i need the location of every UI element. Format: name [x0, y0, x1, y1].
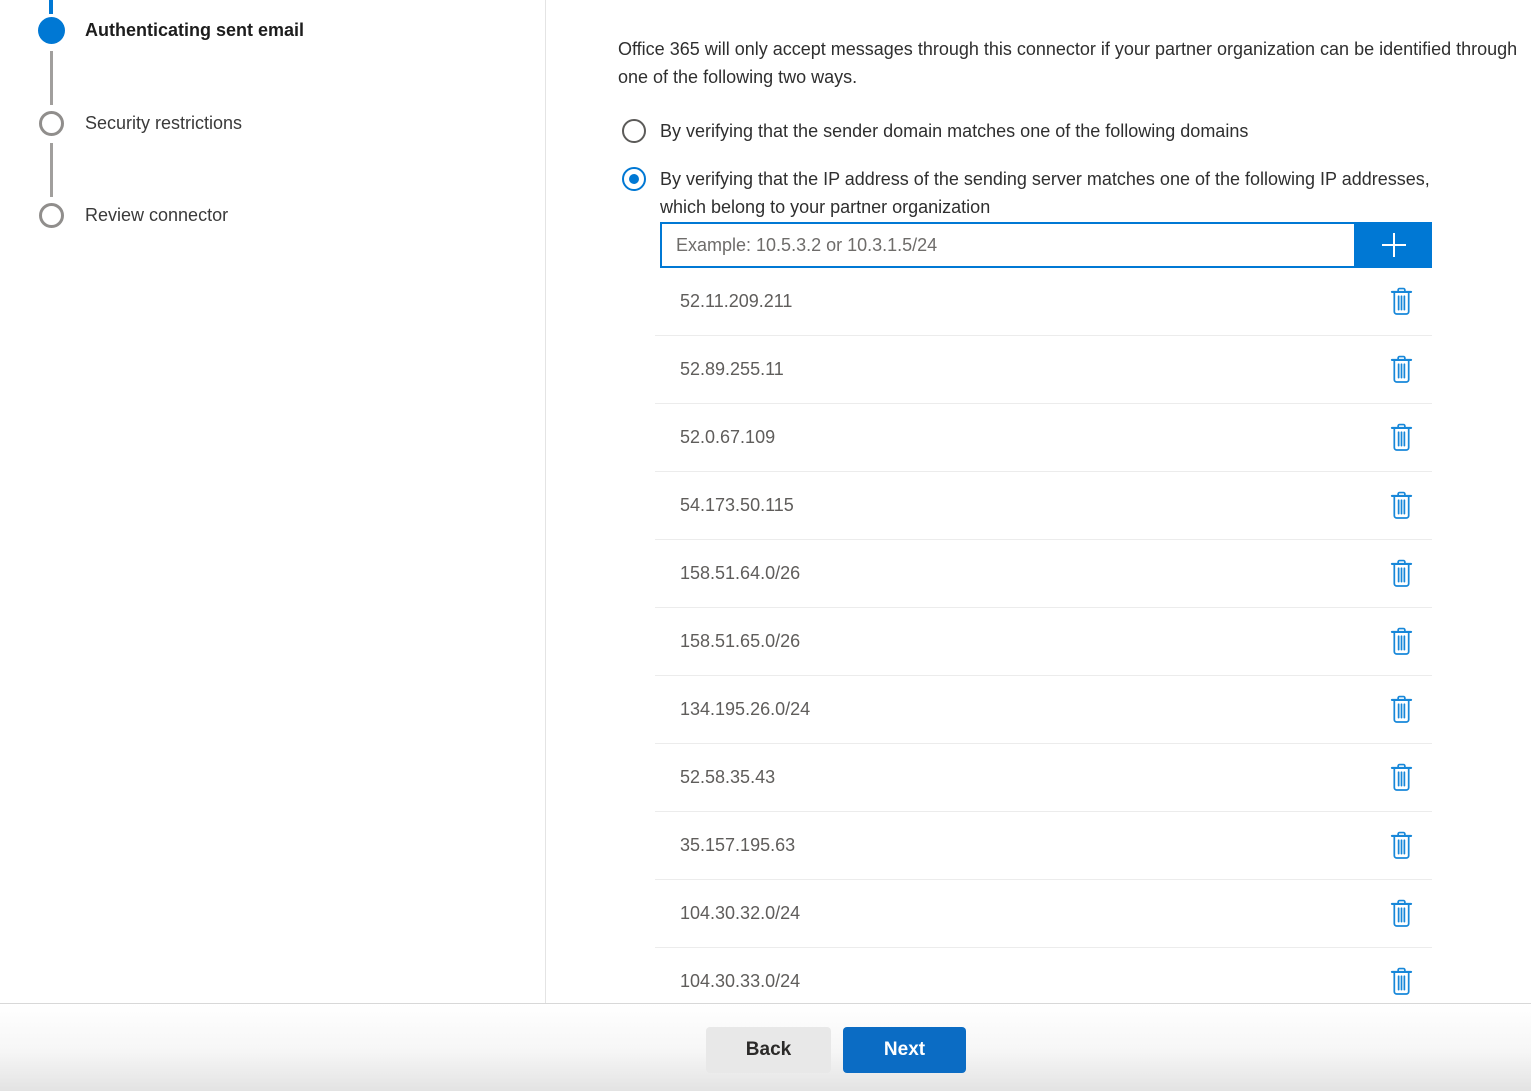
- ip-address-input[interactable]: [660, 222, 1356, 268]
- wizard-content: Office 365 will only accept messages thr…: [618, 0, 1531, 1003]
- trash-icon: [1390, 899, 1413, 928]
- delete-ip-button[interactable]: [1388, 557, 1415, 590]
- delete-ip-button[interactable]: [1388, 965, 1415, 998]
- ip-address-value: 158.51.65.0/26: [680, 631, 800, 652]
- ip-address-value: 104.30.32.0/24: [680, 903, 800, 924]
- ip-address-value: 54.173.50.115: [680, 495, 794, 516]
- ip-list-row: 134.195.26.0/24: [655, 676, 1432, 744]
- radio-option-label: By verifying that the sender domain matc…: [660, 117, 1480, 145]
- delete-ip-button[interactable]: [1388, 421, 1415, 454]
- ip-list-row: 52.11.209.211: [655, 268, 1432, 336]
- ip-list-row: 54.173.50.115: [655, 472, 1432, 540]
- delete-ip-button[interactable]: [1388, 625, 1415, 658]
- trash-icon: [1390, 423, 1413, 452]
- trash-icon: [1390, 695, 1413, 724]
- radio-circle-icon[interactable]: [622, 119, 646, 143]
- step-connector-line: [50, 143, 53, 197]
- delete-ip-button[interactable]: [1388, 897, 1415, 930]
- radio-circle-icon[interactable]: [622, 167, 646, 191]
- plus-icon: [1377, 228, 1411, 262]
- ip-list-row: 52.58.35.43: [655, 744, 1432, 812]
- radio-dot-icon: [629, 174, 639, 184]
- back-button[interactable]: Back: [706, 1027, 831, 1073]
- ip-list-row: 158.51.64.0/26: [655, 540, 1432, 608]
- delete-ip-button[interactable]: [1388, 489, 1415, 522]
- next-button[interactable]: Next: [843, 1027, 966, 1073]
- ip-address-value: 134.195.26.0/24: [680, 699, 810, 720]
- step-indicator-review-connector: [39, 203, 64, 228]
- trash-icon: [1390, 491, 1413, 520]
- radio-option-sender-domain[interactable]: By verifying that the sender domain matc…: [618, 117, 1480, 145]
- add-ip-button[interactable]: [1356, 222, 1432, 268]
- ip-list: 52.11.209.211 52.89.255.11: [655, 268, 1432, 1003]
- step-indicator-authenticating-sent-email: [38, 17, 65, 44]
- delete-ip-button[interactable]: [1388, 829, 1415, 862]
- trash-icon: [1390, 763, 1413, 792]
- trash-icon: [1390, 559, 1413, 588]
- ip-list-row: 104.30.32.0/24: [655, 880, 1432, 948]
- step-connector-line-top: [49, 0, 53, 14]
- ip-list-row: 104.30.33.0/24: [655, 948, 1432, 1003]
- sidebar-item-authenticating-sent-email: Authenticating sent email: [85, 20, 304, 41]
- ip-list-row: 35.157.195.63: [655, 812, 1432, 880]
- delete-ip-button[interactable]: [1388, 285, 1415, 318]
- radio-option-label: By verifying that the IP address of the …: [660, 165, 1480, 221]
- trash-icon: [1390, 627, 1413, 656]
- trash-icon: [1390, 287, 1413, 316]
- ip-list-row: 158.51.65.0/26: [655, 608, 1432, 676]
- ip-entry-group: [660, 222, 1432, 268]
- ip-address-value: 52.58.35.43: [680, 767, 775, 788]
- ip-address-value: 52.0.67.109: [680, 427, 775, 448]
- sidebar-item-review-connector: Review connector: [85, 205, 228, 226]
- ip-address-value: 52.89.255.11: [680, 359, 784, 380]
- radio-option-ip-address[interactable]: By verifying that the IP address of the …: [618, 165, 1480, 221]
- delete-ip-button[interactable]: [1388, 693, 1415, 726]
- delete-ip-button[interactable]: [1388, 353, 1415, 386]
- wizard-steps-panel: Authenticating sent email Security restr…: [0, 0, 546, 1003]
- ip-address-value: 52.11.209.211: [680, 291, 792, 312]
- trash-icon: [1390, 355, 1413, 384]
- sidebar-item-security-restrictions: Security restrictions: [85, 113, 242, 134]
- ip-list-row: 52.89.255.11: [655, 336, 1432, 404]
- trash-icon: [1390, 967, 1413, 996]
- step-connector-line: [50, 51, 53, 105]
- ip-list-row: 52.0.67.109: [655, 404, 1432, 472]
- step-indicator-security-restrictions: [39, 111, 64, 136]
- connector-wizard: Authenticating sent email Security restr…: [0, 0, 1531, 1003]
- ip-address-value: 35.157.195.63: [680, 835, 795, 856]
- wizard-footer: Back Next: [0, 1003, 1531, 1091]
- trash-icon: [1390, 831, 1413, 860]
- delete-ip-button[interactable]: [1388, 761, 1415, 794]
- ip-address-value: 104.30.33.0/24: [680, 971, 800, 992]
- ip-address-value: 158.51.64.0/26: [680, 563, 800, 584]
- intro-text: Office 365 will only accept messages thr…: [618, 35, 1531, 91]
